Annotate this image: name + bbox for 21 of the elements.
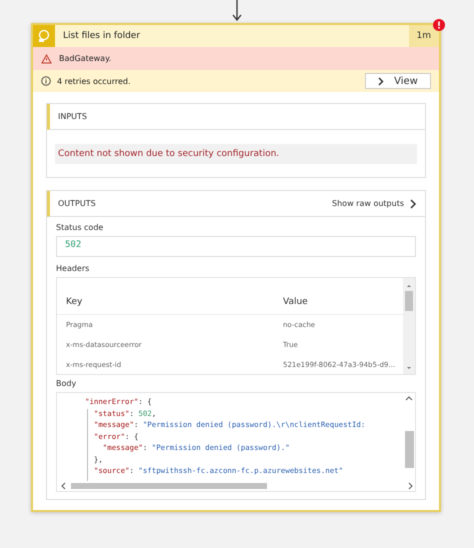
column-header: Key [66,297,84,307]
error-message: BadGateway. [59,54,112,63]
retries-message: 4 retries occurred. [57,76,131,86]
duration-label: 1m [408,25,439,47]
field-label: Body [56,379,78,388]
column-header: Value [283,297,309,307]
view-button[interactable]: View [365,73,431,89]
action-title: List files in folder [62,31,142,41]
vertical-scrollbar[interactable] [403,278,415,374]
field-label: Headers [56,264,90,273]
chevron-icon [410,198,417,208]
status-code-field: 502 [56,236,416,257]
security-notice: Content not shown due to security configuration. [55,144,417,164]
chevron-icon [378,76,384,86]
show-raw-outputs-link[interactable]: Show raw outputs [332,198,417,208]
warning-icon [41,54,52,64]
info-icon [41,76,51,86]
section-title: INPUTS [58,112,87,121]
down-arrow-icon [232,0,242,22]
field-label: Status code [56,223,104,232]
section-title: OUTPUTS [58,199,96,208]
